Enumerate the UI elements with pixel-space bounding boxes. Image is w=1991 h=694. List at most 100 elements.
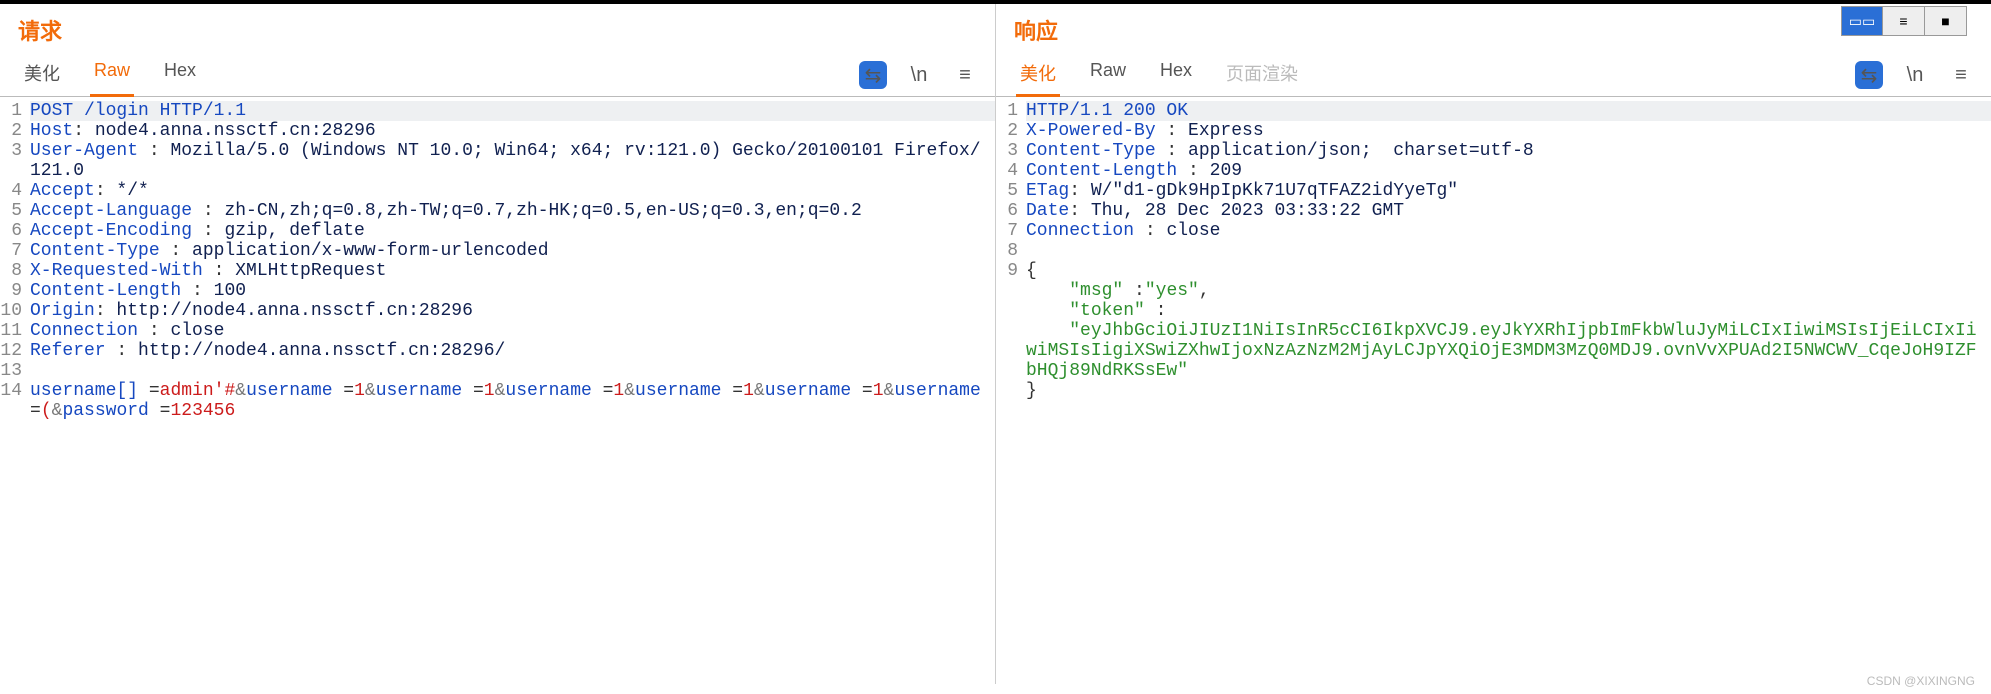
code-line[interactable]: 7Connection : close: [996, 221, 1991, 241]
line-content[interactable]: Accept: */*: [30, 181, 995, 201]
tab-hex[interactable]: Hex: [1158, 54, 1194, 96]
code-line[interactable]: 4Content-Length : 209: [996, 161, 1991, 181]
code-line[interactable]: 14username[] =admin'#&username =1&userna…: [0, 381, 995, 421]
line-content[interactable]: HTTP/1.1 200 OK: [1026, 101, 1991, 121]
line-content[interactable]: "eyJhbGciOiJIUzI1NiIsInR5cCI6IkpXVCJ9.ey…: [1026, 321, 1991, 381]
code-line[interactable]: 9{: [996, 261, 1991, 281]
code-line[interactable]: 8X-Requested-With : XMLHttpRequest: [0, 261, 995, 281]
menu-icon[interactable]: ≡: [951, 61, 979, 89]
line-number: 7: [0, 241, 30, 261]
line-content[interactable]: Accept-Language : zh-CN,zh;q=0.8,zh-TW;q…: [30, 201, 995, 221]
response-pane: 响应 美化 Raw Hex 页面渲染 ⇆ \n ≡ 1HTTP/1.1 200 …: [996, 4, 1991, 684]
code-line[interactable]: "msg" :"yes",: [996, 281, 1991, 301]
line-content[interactable]: "token" :: [1026, 301, 1991, 321]
line-content[interactable]: }: [1026, 381, 1991, 401]
line-number: [996, 281, 1026, 301]
tab-raw[interactable]: Raw: [1088, 54, 1128, 96]
request-editor[interactable]: 1POST /login HTTP/1.12Host: node4.anna.n…: [0, 97, 995, 421]
tab-render[interactable]: 页面渲染: [1224, 54, 1300, 96]
code-line[interactable]: 10Origin: http://node4.anna.nssctf.cn:28…: [0, 301, 995, 321]
line-number: 10: [0, 301, 30, 321]
tab-beautify[interactable]: 美化: [1018, 54, 1058, 96]
line-number: 13: [0, 361, 30, 381]
code-line[interactable]: "token" :: [996, 301, 1991, 321]
line-content[interactable]: User-Agent : Mozilla/5.0 (Windows NT 10.…: [30, 141, 995, 181]
line-number: 6: [996, 201, 1026, 221]
line-number: 3: [996, 141, 1026, 161]
code-line[interactable]: 8: [996, 241, 1991, 261]
request-tabbar: 美化 Raw Hex ⇆ \n ≡: [0, 54, 995, 97]
code-line[interactable]: 11Connection : close: [0, 321, 995, 341]
line-content[interactable]: Accept-Encoding : gzip, deflate: [30, 221, 995, 241]
code-line[interactable]: 6Date: Thu, 28 Dec 2023 03:33:22 GMT: [996, 201, 1991, 221]
line-number: 2: [996, 121, 1026, 141]
line-content[interactable]: Connection : close: [1026, 221, 1991, 241]
code-line[interactable]: 1POST /login HTTP/1.1: [0, 101, 995, 121]
code-line[interactable]: 3Content-Type : application/json; charse…: [996, 141, 1991, 161]
code-line[interactable]: 13: [0, 361, 995, 381]
line-content[interactable]: Date: Thu, 28 Dec 2023 03:33:22 GMT: [1026, 201, 1991, 221]
line-number: 4: [0, 181, 30, 201]
code-line[interactable]: 2X-Powered-By : Express: [996, 121, 1991, 141]
line-content[interactable]: Connection : close: [30, 321, 995, 341]
line-content[interactable]: [1026, 241, 1991, 261]
format-icon[interactable]: ⇆: [859, 61, 887, 89]
line-content[interactable]: Content-Length : 209: [1026, 161, 1991, 181]
line-number: 1: [0, 101, 30, 121]
line-content[interactable]: Host: node4.anna.nssctf.cn:28296: [30, 121, 995, 141]
line-content[interactable]: Origin: http://node4.anna.nssctf.cn:2829…: [30, 301, 995, 321]
line-number: 9: [0, 281, 30, 301]
line-number: 9: [996, 261, 1026, 281]
line-number: [996, 321, 1026, 381]
response-tabbar: 美化 Raw Hex 页面渲染 ⇆ \n ≡: [996, 54, 1991, 97]
line-content[interactable]: Content-Type : application/x-www-form-ur…: [30, 241, 995, 261]
tab-beautify[interactable]: 美化: [22, 54, 62, 96]
tab-raw[interactable]: Raw: [92, 54, 132, 96]
line-number: 1: [996, 101, 1026, 121]
format-icon[interactable]: ⇆: [1855, 61, 1883, 89]
line-content[interactable]: [30, 361, 995, 381]
menu-icon[interactable]: ≡: [1947, 61, 1975, 89]
layout-single-button[interactable]: ■: [1925, 6, 1967, 36]
line-content[interactable]: Content-Type : application/json; charset…: [1026, 141, 1991, 161]
layout-toggle-group: ▭▭ ≡ ■: [1841, 6, 1967, 36]
line-content[interactable]: POST /login HTTP/1.1: [30, 101, 995, 121]
code-line[interactable]: 6Accept-Encoding : gzip, deflate: [0, 221, 995, 241]
line-content[interactable]: {: [1026, 261, 1991, 281]
code-line[interactable]: }: [996, 381, 1991, 401]
code-line[interactable]: 9Content-Length : 100: [0, 281, 995, 301]
line-content[interactable]: username[] =admin'#&username =1&username…: [30, 381, 995, 421]
line-content[interactable]: X-Powered-By : Express: [1026, 121, 1991, 141]
code-line[interactable]: 2Host: node4.anna.nssctf.cn:28296: [0, 121, 995, 141]
layout-columns-button[interactable]: ▭▭: [1841, 6, 1883, 36]
line-content[interactable]: ETag: W/"d1-gDk9HpIpKk71U7qTFAZ2idYyeTg": [1026, 181, 1991, 201]
response-viewer[interactable]: 1HTTP/1.1 200 OK2X-Powered-By : Express3…: [996, 97, 1991, 401]
newline-icon[interactable]: \n: [905, 61, 933, 89]
code-line[interactable]: 5Accept-Language : zh-CN,zh;q=0.8,zh-TW;…: [0, 201, 995, 221]
tab-hex[interactable]: Hex: [162, 54, 198, 96]
line-number: 8: [996, 241, 1026, 261]
layout-rows-button[interactable]: ≡: [1883, 6, 1925, 36]
line-content[interactable]: "msg" :"yes",: [1026, 281, 1991, 301]
line-content[interactable]: X-Requested-With : XMLHttpRequest: [30, 261, 995, 281]
code-line[interactable]: 1HTTP/1.1 200 OK: [996, 101, 1991, 121]
line-number: 12: [0, 341, 30, 361]
code-line[interactable]: "eyJhbGciOiJIUzI1NiIsInR5cCI6IkpXVCJ9.ey…: [996, 321, 1991, 381]
line-number: 11: [0, 321, 30, 341]
newline-icon[interactable]: \n: [1901, 61, 1929, 89]
line-content[interactable]: Referer : http://node4.anna.nssctf.cn:28…: [30, 341, 995, 361]
code-line[interactable]: 7Content-Type : application/x-www-form-u…: [0, 241, 995, 261]
line-number: 4: [996, 161, 1026, 181]
line-number: 5: [996, 181, 1026, 201]
line-number: 7: [996, 221, 1026, 241]
code-line[interactable]: 4Accept: */*: [0, 181, 995, 201]
line-number: 5: [0, 201, 30, 221]
watermark: CSDN @XIXINGNG: [1867, 674, 1975, 688]
line-number: 8: [0, 261, 30, 281]
code-line[interactable]: 3User-Agent : Mozilla/5.0 (Windows NT 10…: [0, 141, 995, 181]
code-line[interactable]: 5ETag: W/"d1-gDk9HpIpKk71U7qTFAZ2idYyeTg…: [996, 181, 1991, 201]
line-content[interactable]: Content-Length : 100: [30, 281, 995, 301]
code-line[interactable]: 12Referer : http://node4.anna.nssctf.cn:…: [0, 341, 995, 361]
line-number: 6: [0, 221, 30, 241]
line-number: 14: [0, 381, 30, 421]
